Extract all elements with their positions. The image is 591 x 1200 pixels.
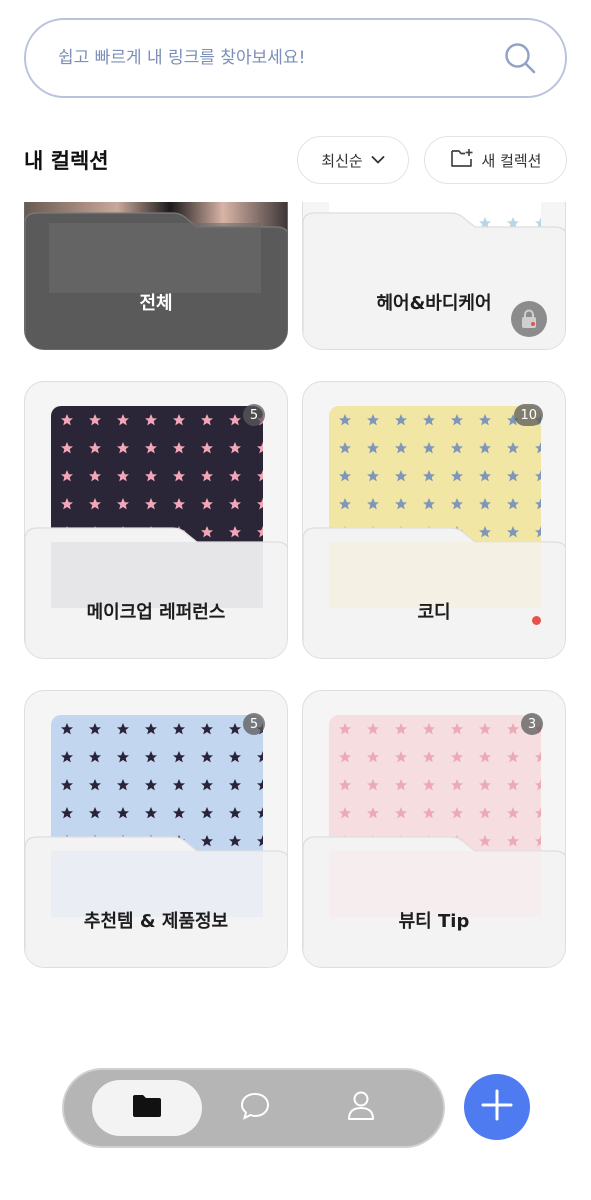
sort-button[interactable]: 최신순 xyxy=(297,136,409,184)
cover-image xyxy=(51,406,263,586)
collection-card[interactable]: 전체 xyxy=(24,202,288,350)
page-title: 내 컬렉션 xyxy=(24,149,109,173)
cover-image xyxy=(329,202,541,277)
plus-icon xyxy=(480,1088,514,1126)
collection-card[interactable]: 5 메이크업 레퍼런스 xyxy=(24,381,288,659)
folder-add-icon xyxy=(450,147,474,173)
tab-profile[interactable] xyxy=(306,1080,416,1136)
new-collection-label: 새 컬렉션 xyxy=(481,151,542,170)
lock-icon xyxy=(511,301,547,337)
cover-image xyxy=(25,202,287,288)
collection-card[interactable]: 10 코디 xyxy=(302,381,566,659)
collection-name: 메이크업 레퍼런스 xyxy=(86,602,226,623)
collection-card[interactable]: 헤어&바디케어 xyxy=(302,202,566,350)
item-count-badge: 5 xyxy=(243,404,265,426)
item-count-badge: 10 xyxy=(514,404,543,426)
new-indicator-dot xyxy=(532,616,541,625)
cover-image xyxy=(51,715,263,895)
collection-name: 뷰티 Tip xyxy=(398,911,470,932)
search-input[interactable] xyxy=(58,48,503,68)
cover-image xyxy=(329,715,541,895)
sort-label: 최신순 xyxy=(321,151,363,170)
collection-card[interactable]: 3 뷰티 Tip xyxy=(302,690,566,968)
item-count-badge: 5 xyxy=(243,713,265,735)
item-count-badge: 3 xyxy=(521,713,543,735)
profile-icon xyxy=(346,1090,376,1126)
collection-name: 추천템 & 제품정보 xyxy=(83,911,229,932)
bottom-nav xyxy=(62,1068,445,1148)
search-icon[interactable] xyxy=(503,41,537,75)
cover-image xyxy=(329,406,541,586)
collection-grid: 전체 헤어&바디케어 5 메이크업 레퍼런스 10 코디 5 추천템 & 제품정… xyxy=(0,202,591,1002)
search-bar[interactable] xyxy=(24,18,567,98)
collection-name: 코디 xyxy=(417,602,451,623)
chat-icon xyxy=(239,1091,271,1125)
collection-card[interactable]: 5 추천템 & 제품정보 xyxy=(24,690,288,968)
new-collection-button[interactable]: 새 컬렉션 xyxy=(424,136,567,184)
tab-folder[interactable] xyxy=(92,1080,202,1136)
add-link-button[interactable] xyxy=(464,1074,530,1140)
tab-chat[interactable] xyxy=(200,1080,310,1136)
collection-name: 전체 xyxy=(139,293,173,314)
folder-icon xyxy=(132,1094,162,1122)
chevron-down-icon xyxy=(371,151,385,169)
